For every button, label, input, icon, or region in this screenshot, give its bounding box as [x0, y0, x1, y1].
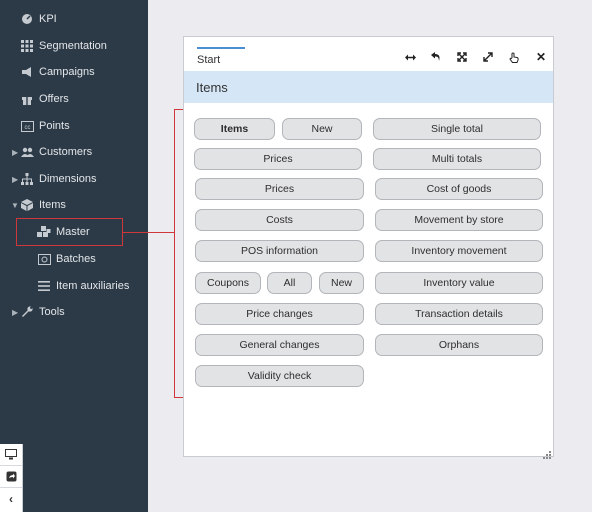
- hand-pointer-icon: [509, 52, 519, 63]
- sidebar-item-segmentation[interactable]: Segmentation: [0, 33, 148, 59]
- inventory-movement-button[interactable]: Inventory movement: [375, 240, 543, 262]
- share-button[interactable]: [0, 466, 22, 488]
- price-changes-button[interactable]: Price changes: [195, 303, 364, 325]
- batch-icon: [37, 252, 51, 266]
- sidebar-item-offers[interactable]: Offers: [0, 86, 148, 112]
- caret-right-icon: ▶: [12, 147, 19, 157]
- prices-button-1[interactable]: Prices: [194, 148, 362, 170]
- maximize-button[interactable]: [481, 50, 495, 64]
- sidebar-item-points[interactable]: cc Points: [0, 113, 148, 139]
- maximize-icon: [483, 52, 493, 62]
- connector-bracket-vertical: [174, 109, 175, 398]
- sidebar-item-label: Dimensions: [39, 173, 97, 185]
- wrench-icon: [20, 305, 34, 319]
- resize-grip-icon[interactable]: [543, 446, 551, 459]
- items-button[interactable]: Items: [194, 118, 275, 140]
- megaphone-icon: [20, 65, 34, 79]
- all-coupons-button[interactable]: All: [267, 272, 312, 294]
- sidebar-item-items[interactable]: ▼ Items: [0, 192, 148, 218]
- panel-title: Items: [196, 80, 228, 95]
- close-icon: ✕: [535, 50, 547, 64]
- expand-button[interactable]: [455, 50, 469, 64]
- sidebar-item-label: Points: [39, 120, 70, 132]
- single-total-button[interactable]: Single total: [373, 118, 541, 140]
- share-icon: [6, 471, 16, 482]
- panel-header: Items: [184, 71, 553, 103]
- panel-toolbar: Start ✕: [184, 37, 553, 71]
- gauge-icon: [20, 12, 34, 26]
- undo-button[interactable]: [429, 50, 443, 64]
- sidebar-item-item-auxiliaries[interactable]: Item auxiliaries: [0, 273, 148, 299]
- new-item-button[interactable]: New: [282, 118, 362, 140]
- sidebar-item-label: Offers: [39, 93, 69, 105]
- gift-icon: [20, 92, 34, 106]
- validity-check-button[interactable]: Validity check: [195, 365, 364, 387]
- svg-text:cc: cc: [24, 125, 30, 131]
- monitor-button[interactable]: [0, 444, 22, 466]
- connector-horizontal: [123, 232, 174, 233]
- sidebar-item-label: Segmentation: [39, 40, 107, 52]
- orphans-button[interactable]: Orphans: [375, 334, 543, 356]
- cc-icon: cc: [20, 119, 34, 133]
- sidebar-item-label: Item auxiliaries: [56, 280, 130, 292]
- undo-icon: [431, 52, 440, 61]
- caret-right-icon: ▶: [12, 307, 19, 317]
- expand-icon: [457, 52, 467, 62]
- movement-by-store-button[interactable]: Movement by store: [375, 209, 543, 231]
- sidebar-item-tools[interactable]: ▶ Tools: [0, 299, 148, 325]
- sidebar-item-label: Customers: [39, 146, 93, 158]
- costs-button[interactable]: Costs: [195, 209, 364, 231]
- new-coupon-button[interactable]: New: [319, 272, 364, 294]
- box-icon: [20, 198, 34, 212]
- pointer-button[interactable]: [507, 50, 521, 64]
- sidebar-item-label: Batches: [56, 253, 96, 265]
- coupons-button[interactable]: Coupons: [195, 272, 261, 294]
- sidebar-item-dimensions[interactable]: ▶ Dimensions: [0, 166, 148, 192]
- general-changes-button[interactable]: General changes: [195, 334, 364, 356]
- sidebar-item-batches[interactable]: Batches: [0, 246, 148, 272]
- caret-right-icon: ▶: [12, 174, 19, 184]
- items-panel: Start ✕ Items Items New Single total Pri…: [183, 36, 554, 459]
- sidebar-item-kpi[interactable]: KPI: [0, 6, 148, 32]
- grid-icon: [20, 39, 34, 53]
- chevron-left-icon: ‹: [9, 492, 13, 506]
- collapse-sidebar-button[interactable]: ‹: [0, 488, 22, 510]
- sidebar-item-label: Tools: [39, 306, 65, 318]
- sidebar-item-customers[interactable]: ▶ Customers: [0, 139, 148, 165]
- tab-start[interactable]: Start: [197, 47, 245, 66]
- sidebar-item-campaigns[interactable]: Campaigns: [0, 59, 148, 85]
- cost-of-goods-button[interactable]: Cost of goods: [375, 178, 543, 200]
- sidebar: KPI Segmentation Campaigns Offers cc Poi…: [0, 0, 148, 512]
- caret-down-icon: ▼: [11, 200, 19, 210]
- sitemap-icon: [20, 172, 34, 186]
- monitor-icon: [5, 449, 17, 460]
- inventory-value-button[interactable]: Inventory value: [375, 272, 543, 294]
- transaction-details-button[interactable]: Transaction details: [375, 303, 543, 325]
- multi-totals-button[interactable]: Multi totals: [373, 148, 541, 170]
- users-icon: [20, 145, 34, 159]
- sidebar-item-label: KPI: [39, 13, 57, 25]
- list-icon: [37, 279, 51, 293]
- sidebar-item-label: Campaigns: [39, 66, 95, 78]
- prices-button-2[interactable]: Prices: [195, 178, 364, 200]
- sidebar-item-label: Items: [39, 199, 66, 211]
- close-button[interactable]: ✕: [534, 50, 548, 64]
- resize-horizontal-button[interactable]: [403, 50, 417, 64]
- master-highlight-box: [16, 218, 123, 246]
- arrows-horizontal-icon: [404, 54, 416, 60]
- sidebar-toolbar: ‹: [0, 444, 23, 512]
- pos-information-button[interactable]: POS information: [195, 240, 364, 262]
